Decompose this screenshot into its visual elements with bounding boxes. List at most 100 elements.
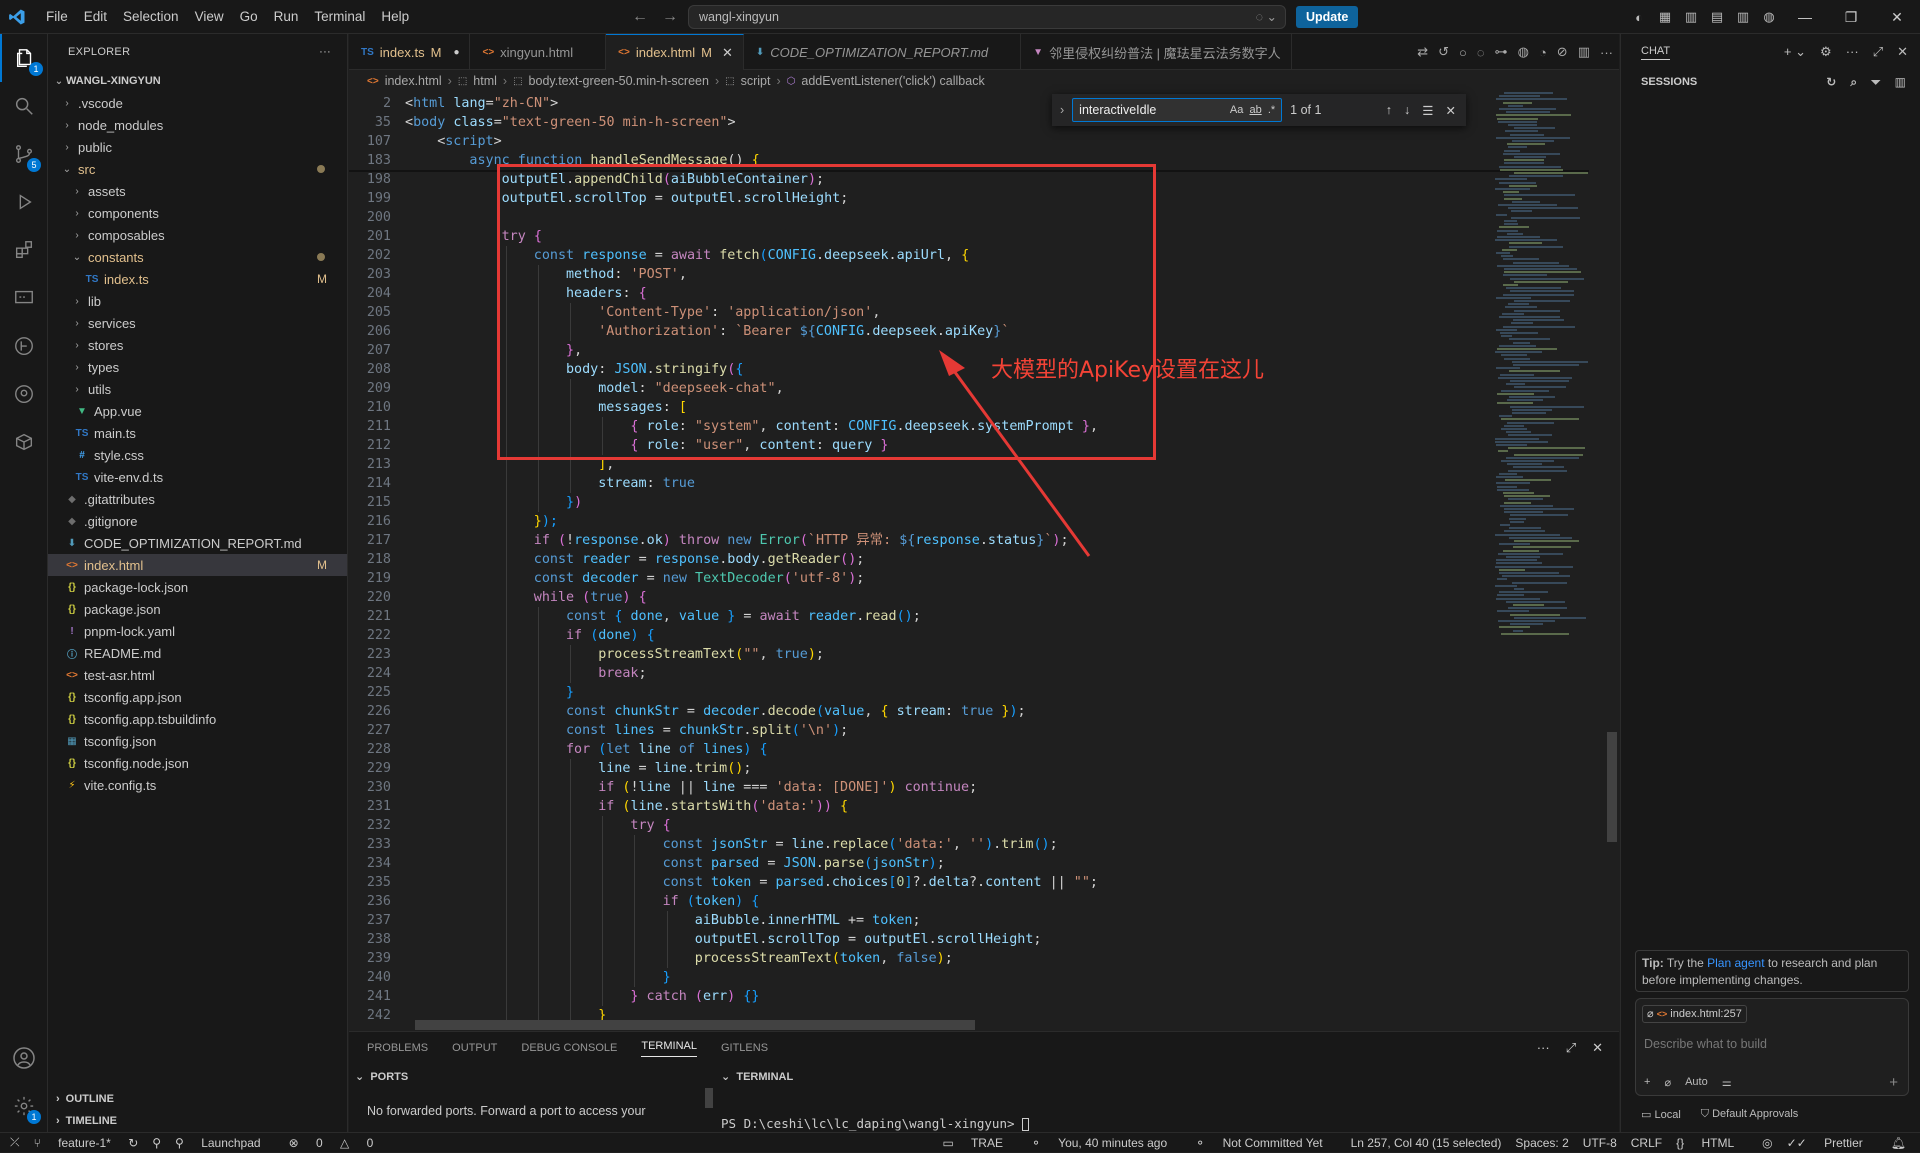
file-item[interactable]: # style.css [48, 444, 347, 466]
timeline-icon[interactable]: ◔ [1539, 45, 1547, 60]
copilot-status-icon[interactable]: ◎ [1762, 1136, 1772, 1150]
trae-status[interactable]: ▭ TRAE [943, 1136, 1017, 1150]
local-target[interactable]: ▭ Local [1641, 1108, 1681, 1121]
breadcrumb-body[interactable]: body.text-green-50.min-h-screen [529, 74, 709, 88]
search-sessions-icon[interactable]: ⌕ [1850, 75, 1857, 90]
menu-file[interactable]: File [38, 0, 76, 34]
next-change-icon[interactable]: ◌ [1477, 45, 1485, 60]
chat-more-icon[interactable]: ··· [1846, 44, 1859, 60]
find-in-selection-icon[interactable]: ☰ [1422, 103, 1433, 118]
panel-tab-terminal[interactable]: TERMINAL [641, 1040, 697, 1057]
menu-selection[interactable]: Selection [115, 0, 187, 34]
gitlens-inspect-icon[interactable] [0, 370, 48, 418]
approvals-target[interactable]: ⛉ Default Approvals [1701, 1108, 1799, 1121]
branch-status[interactable]: ⑂ feature-1* ↻ [34, 1136, 139, 1150]
folder-item[interactable]: › assets [48, 180, 347, 202]
containers-icon[interactable] [0, 418, 48, 466]
folder-item[interactable]: › composables [48, 224, 347, 246]
close-chat-icon[interactable]: ✕ [1897, 44, 1908, 60]
manage-gear-icon[interactable]: 1 [0, 1082, 48, 1130]
panel-tab-output[interactable]: OUTPUT [452, 1042, 497, 1054]
menu-view[interactable]: View [187, 0, 232, 34]
regex-icon[interactable]: .* [1268, 104, 1275, 116]
file-item[interactable]: ⓘ README.md [48, 642, 347, 664]
chat-title[interactable]: CHAT [1641, 45, 1671, 60]
toggle-view-icon[interactable]: ▥ [1895, 75, 1906, 90]
context-chip[interactable]: ⌀ <> index.html:257 [1642, 1005, 1747, 1023]
breadcrumb-file[interactable]: index.html [385, 74, 442, 88]
close-window-icon[interactable]: ✕ [1874, 9, 1920, 26]
breadcrumb-callback[interactable]: addEventListener('click') callback [801, 74, 984, 88]
folder-item[interactable]: › .vscode [48, 92, 347, 114]
toggle-sidebar-icon[interactable]: ▥ [1678, 9, 1704, 25]
panel-tab-gitlens[interactable]: GITLENS [721, 1042, 768, 1054]
more-actions-icon[interactable]: ··· [319, 46, 331, 58]
timeline-section[interactable]: › TIMELINE [48, 1110, 348, 1132]
close-panel-icon[interactable]: ✕ [1592, 1040, 1603, 1056]
filter-icon[interactable]: ⏷ [1871, 75, 1881, 90]
toggle-secondary-sidebar-icon[interactable]: ▥ [1730, 9, 1756, 25]
breadcrumb-script[interactable]: script [741, 74, 771, 88]
refresh-icon[interactable]: ↻ [1826, 75, 1836, 90]
maximize-panel-icon[interactable]: ⤢ [1566, 1040, 1576, 1056]
maximize-chat-icon[interactable]: ⤢ [1873, 44, 1883, 60]
toggle-panel-icon[interactable]: ▤ [1704, 9, 1730, 25]
menu-help[interactable]: Help [373, 0, 417, 34]
code-editor[interactable]: 2 <html lang="zh-CN"> 35 <body class="text-… [349, 92, 1589, 1062]
breadcrumb-html[interactable]: html [473, 74, 497, 88]
more-tab-actions-icon[interactable]: ··· [1600, 45, 1613, 60]
toggle-replace-icon[interactable]: › [1060, 103, 1064, 117]
folder-item[interactable]: › node_modules [48, 114, 347, 136]
minimize-icon[interactable]: — [1782, 9, 1828, 25]
file-item[interactable]: TS main.ts [48, 422, 347, 444]
folder-item[interactable]: ⌄ src [48, 158, 347, 180]
gitlens-icon[interactable] [0, 322, 48, 370]
dirty-dot-icon[interactable]: ● [453, 47, 459, 58]
match-case-icon[interactable]: Aa [1230, 104, 1243, 116]
mode-picker[interactable]: Auto [1685, 1076, 1708, 1089]
chat-dropdown-icon[interactable]: ◌ ⌄ [1256, 6, 1277, 28]
tab-xingyun-html[interactable]: <> xingyun.html [470, 34, 607, 70]
file-item[interactable]: <> test-asr.html [48, 664, 347, 686]
send-icon[interactable]: + [1889, 1074, 1898, 1091]
find-input[interactable]: interactiveIdle Aa ab .* [1072, 98, 1283, 122]
toggle-inline-icon[interactable]: ⊶ [1495, 44, 1508, 60]
previous-match-icon[interactable]: ↑ [1386, 103, 1392, 118]
panel-tab-problems[interactable]: PROBLEMS [367, 1042, 428, 1054]
tools-icon[interactable]: ⌀ [1664, 1076, 1671, 1089]
horizontal-scrollbar[interactable] [415, 1020, 975, 1030]
globe-icon[interactable]: ◍ [1756, 9, 1782, 25]
folder-item[interactable]: › components [48, 202, 347, 224]
chat-input-box[interactable]: ⌀ <> index.html:257 Describe what to bui… [1635, 998, 1909, 1096]
add-context-icon[interactable]: + [1644, 1076, 1650, 1089]
minimap[interactable] [1489, 92, 1609, 652]
file-item[interactable]: ⚡ vite.config.ts [48, 774, 347, 796]
close-tab-icon[interactable]: ✕ [722, 45, 733, 61]
forward-arrow-icon[interactable]: → [662, 8, 678, 26]
file-item[interactable]: ◆ .gitignore [48, 510, 347, 532]
tab-simple-browser[interactable]: ▼ 邻里侵权纠纷普法 | 魔珐星云法务数字人 [1021, 34, 1292, 70]
scrollbar-thumb[interactable] [1607, 732, 1617, 842]
folder-item[interactable]: › public [48, 136, 347, 158]
panel-tab-debug-console[interactable]: DEBUG CONSOLE [521, 1042, 617, 1054]
file-item[interactable]: {} package.json [48, 598, 347, 620]
commit-status[interactable]: ⚬ Not Committed Yet [1195, 1136, 1336, 1150]
menu-terminal[interactable]: Terminal [306, 0, 373, 34]
cursor-position[interactable]: Ln 257, Col 40 (15 selected) [1351, 1136, 1502, 1150]
file-item[interactable]: ⬇ CODE_OPTIMIZATION_REPORT.md [48, 532, 347, 554]
folder-item[interactable]: › lib [48, 290, 347, 312]
tab-code-optimization-report[interactable]: ⬇ CODE_OPTIMIZATION_REPORT.md [744, 34, 1022, 70]
explorer-icon[interactable]: 1 [0, 34, 48, 82]
tab-index-ts[interactable]: TS index.ts M ● [349, 34, 471, 70]
update-button[interactable]: Update [1296, 6, 1359, 28]
plan-agent-link[interactable]: Plan agent [1707, 956, 1764, 970]
panel-more-icon[interactable]: ··· [1537, 1040, 1550, 1056]
remote-explorer-icon[interactable] [0, 274, 48, 322]
problems-status[interactable]: ⊗ 0 △ 0 [289, 1136, 388, 1150]
menu-edit[interactable]: Edit [76, 0, 115, 34]
configure-tools-icon[interactable]: ⚌ [1722, 1076, 1732, 1089]
file-item[interactable]: ▦ tsconfig.json [48, 730, 347, 752]
tab-index-html[interactable]: <> index.html M ✕ [606, 34, 744, 70]
file-item[interactable]: {} tsconfig.app.json [48, 686, 347, 708]
panel-sash[interactable] [705, 1088, 713, 1108]
